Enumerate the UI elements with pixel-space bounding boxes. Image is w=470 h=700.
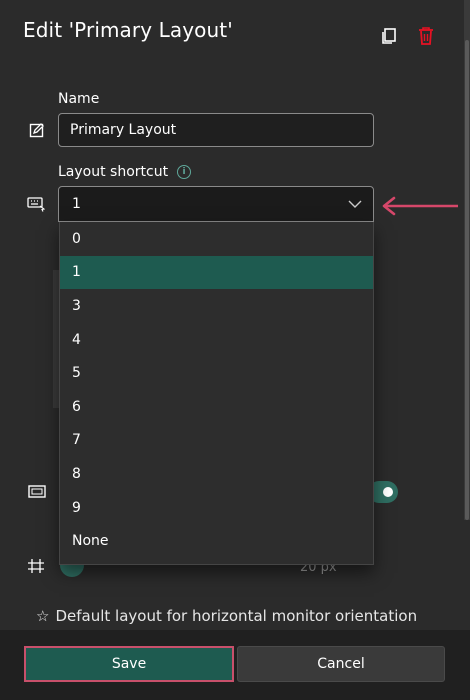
shortcut-option-none[interactable]: None — [60, 524, 373, 558]
shortcut-option-5[interactable]: 5 — [60, 356, 373, 390]
monitor-icon — [27, 482, 47, 502]
keyboard-icon — [26, 194, 46, 214]
layout-shortcut-combobox[interactable]: 1 — [58, 186, 374, 222]
info-icon[interactable]: i — [177, 165, 192, 179]
shortcut-option-9[interactable]: 9 — [60, 491, 373, 525]
edit-icon — [27, 120, 47, 140]
default-layout-row[interactable]: ☆ Default layout for horizontal monitor … — [36, 607, 417, 625]
scrollbar-thumb[interactable] — [465, 40, 469, 520]
trash-icon — [419, 27, 433, 45]
spacing-icon — [26, 556, 46, 576]
shortcut-selected-value: 1 — [72, 196, 81, 212]
default-layout-text: Default layout for horizontal monitor or… — [55, 607, 418, 625]
arrow-annotation-icon — [382, 196, 458, 216]
star-icon: ☆ — [36, 607, 50, 625]
copy-icon — [382, 28, 396, 44]
shortcut-label: Layout shortcut — [58, 164, 169, 180]
shortcut-option-3[interactable]: 3 — [60, 289, 373, 323]
copy-layout-button[interactable] — [377, 24, 401, 48]
shortcut-option-4[interactable]: 4 — [60, 323, 373, 357]
toggle-knob — [383, 487, 393, 497]
scrollbar[interactable] — [464, 0, 470, 520]
cancel-button[interactable]: Cancel — [237, 646, 445, 682]
shortcut-dropdown-list[interactable]: 0 1 3 4 5 6 7 8 9 None — [59, 222, 374, 565]
save-button[interactable]: Save — [24, 646, 234, 682]
shortcut-option-7[interactable]: 7 — [60, 424, 373, 458]
shortcut-option-8[interactable]: 8 — [60, 457, 373, 491]
name-label: Name — [58, 91, 100, 107]
layout-name-input[interactable] — [58, 113, 374, 147]
shortcut-label-row: Layout shortcut i — [58, 164, 192, 180]
chevron-down-icon — [348, 200, 362, 208]
shortcut-option-6[interactable]: 6 — [60, 390, 373, 424]
delete-layout-button[interactable] — [414, 24, 438, 48]
dialog-title: Edit 'Primary Layout' — [23, 18, 233, 42]
shortcut-option-1[interactable]: 1 — [60, 255, 373, 290]
shortcut-option-0[interactable]: 0 — [60, 222, 373, 256]
